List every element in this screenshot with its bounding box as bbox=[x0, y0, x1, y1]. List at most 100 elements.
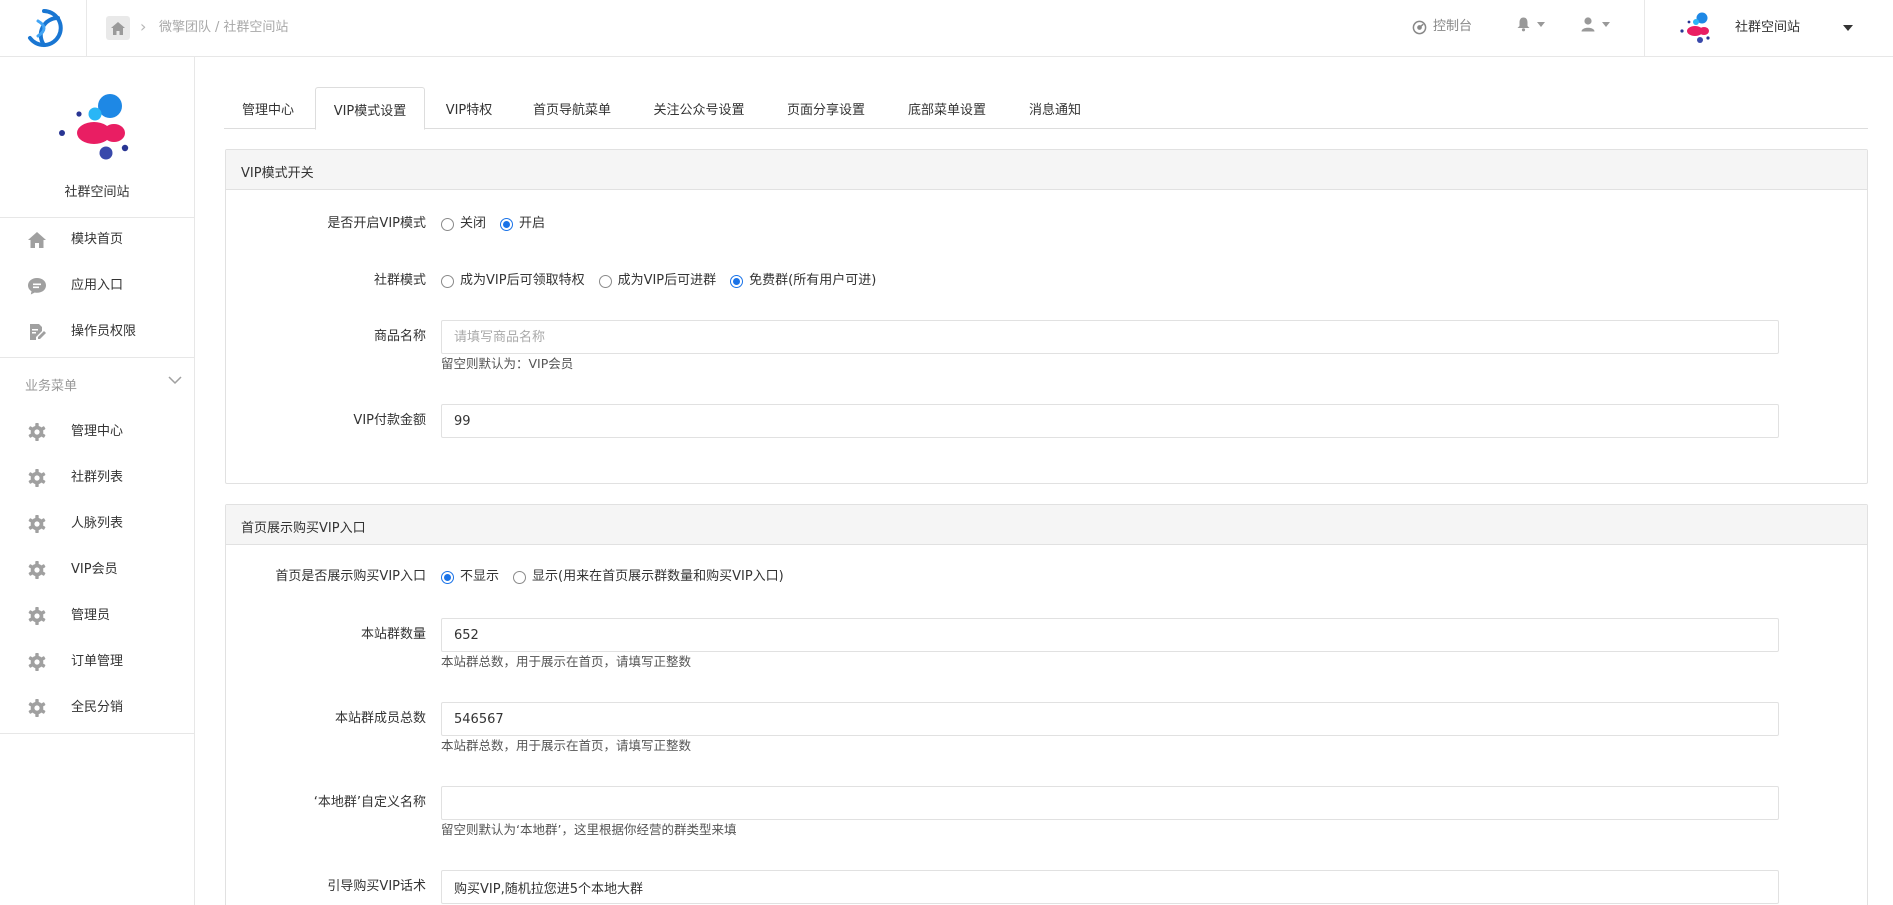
sidebar-item-administrators[interactable]: 管理员 bbox=[0, 596, 194, 636]
sidebar-divider bbox=[0, 733, 194, 734]
sidebar-item-operator-permissions[interactable]: 操作员权限 bbox=[0, 312, 194, 352]
radio-circle[interactable] bbox=[441, 217, 454, 231]
radio-label: 不显示 bbox=[460, 569, 500, 584]
member-total-input[interactable] bbox=[441, 702, 1779, 736]
sidebar-item-label: 社群列表 bbox=[71, 470, 124, 485]
breadcrumb: 微擎团队 / 社群空间站 bbox=[159, 19, 288, 37]
product-name-input[interactable] bbox=[441, 320, 1779, 354]
tab-home-nav-menu[interactable]: 首页导航菜单 bbox=[513, 87, 631, 129]
breadcrumb-arrow-icon: › bbox=[140, 17, 147, 36]
radio-circle[interactable] bbox=[598, 274, 612, 288]
group-mode-privilege-radio[interactable]: 成为VIP后可领取特权 bbox=[441, 272, 585, 290]
radio-label: 成为VIP后可进群 bbox=[617, 273, 717, 288]
sidebar-item-distribution[interactable]: 全民分销 bbox=[0, 688, 194, 728]
show-entry-hide-radio[interactable]: 不显示 bbox=[441, 568, 499, 586]
vip-amount-input[interactable] bbox=[441, 404, 1779, 438]
show-entry-label: 首页是否展示购买VIP入口 bbox=[275, 569, 426, 584]
radio-circle[interactable] bbox=[441, 274, 454, 288]
tab-vip-privileges[interactable]: VIP特权 bbox=[428, 87, 510, 129]
vip-mode-off-radio[interactable]: 关闭 bbox=[441, 215, 486, 233]
sidebar-item-management-center[interactable]: 管理中心 bbox=[0, 412, 194, 452]
group-count-label: 本站群数量 bbox=[360, 627, 426, 642]
gear-icon bbox=[28, 561, 46, 579]
sidebar-item-app-entry[interactable]: 应用入口 bbox=[0, 266, 194, 306]
group-mode-join-radio[interactable]: 成为VIP后可进群 bbox=[598, 272, 717, 290]
panel-title: 首页展示购买VIP入口 bbox=[226, 505, 1867, 545]
group-mode-free-radio[interactable]: 免费群(所有用户可进) bbox=[730, 272, 876, 290]
vip-mode-label: 是否开启VIP模式 bbox=[327, 216, 426, 231]
sidebar-item-label: 全民分销 bbox=[71, 700, 124, 715]
group-mode-radio-group: 成为VIP后可领取特权 成为VIP后可进群 免费群(所有用户可进) bbox=[441, 272, 890, 290]
tab-page-share-settings[interactable]: 页面分享设置 bbox=[767, 87, 885, 129]
gear-icon bbox=[28, 653, 46, 671]
vip-amount-label: VIP付款金额 bbox=[353, 413, 426, 428]
gear-icon bbox=[28, 699, 46, 717]
console-label: 控制台 bbox=[1433, 19, 1473, 34]
settings-tabs: 管理中心 VIP模式设置 VIP特权 首页导航菜单 关注公众号设置 页面分享设置… bbox=[224, 87, 1868, 130]
vip-mode-panel: VIP模式开关 是否开启VIP模式 关闭 开启 社群模式 成为VIP后可领取特权… bbox=[225, 149, 1868, 484]
gear-icon bbox=[28, 423, 46, 441]
sidebar-item-order-management[interactable]: 订单管理 bbox=[0, 642, 194, 682]
header-divider bbox=[1644, 0, 1645, 56]
sidebar-item-vip-members[interactable]: VIP会员 bbox=[0, 550, 194, 590]
radio-circle[interactable] bbox=[513, 570, 527, 584]
chevron-down-icon bbox=[1537, 21, 1545, 27]
radio-circle-selected[interactable] bbox=[500, 217, 514, 231]
sidebar-item-label: 管理中心 bbox=[71, 424, 124, 439]
home-button[interactable] bbox=[106, 16, 130, 40]
gear-icon bbox=[28, 469, 46, 487]
brand-name[interactable]: 社群空间站 bbox=[1735, 18, 1800, 38]
console-link[interactable]: 控制台 bbox=[1412, 17, 1472, 37]
gear-icon bbox=[28, 515, 46, 533]
guide-text-label: 引导购买VIP话术 bbox=[327, 879, 426, 894]
product-name-label: 商品名称 bbox=[373, 329, 426, 344]
sidebar-section-title: 业务菜单 bbox=[25, 379, 78, 394]
radio-label: 显示(用来在首页展示群数量和购买VIP入口) bbox=[532, 569, 784, 584]
tab-management-center[interactable]: 管理中心 bbox=[224, 87, 312, 129]
group-count-input[interactable] bbox=[441, 618, 1779, 652]
radio-circle-selected[interactable] bbox=[441, 570, 454, 584]
tab-message-notifications[interactable]: 消息通知 bbox=[1009, 87, 1101, 129]
chevron-down-icon bbox=[1602, 21, 1610, 27]
radio-label: 免费群(所有用户可进) bbox=[749, 273, 877, 288]
radio-label: 关闭 bbox=[460, 216, 487, 231]
dashboard-icon bbox=[1412, 20, 1427, 34]
top-navbar: › 微擎团队 / 社群空间站 控制台 社群空间站 bbox=[0, 0, 1893, 57]
chevron-down-icon[interactable] bbox=[168, 375, 182, 385]
user-icon bbox=[1581, 17, 1595, 32]
sidebar-item-label: 管理员 bbox=[71, 608, 111, 623]
caret-down-icon[interactable] bbox=[1843, 25, 1853, 31]
home-vip-entry-panel: 首页展示购买VIP入口 首页是否展示购买VIP入口 不显示 显示(用来在首页展示… bbox=[225, 504, 1868, 905]
edit-doc-icon bbox=[30, 324, 46, 340]
group-mode-label: 社群模式 bbox=[373, 273, 426, 288]
sidebar-item-module-home[interactable]: 模块首页 bbox=[0, 220, 194, 260]
panel-title: VIP模式开关 bbox=[226, 150, 1867, 190]
sidebar-divider bbox=[0, 217, 194, 218]
radio-circle-selected[interactable] bbox=[730, 274, 744, 288]
sidebar: 社群空间站 模块首页 应用入口 操作员权限 业务菜单 管理中心 社群列表 人脉列… bbox=[0, 57, 195, 905]
tab-bottom-menu-settings[interactable]: 底部菜单设置 bbox=[888, 87, 1006, 129]
tab-vip-mode-settings[interactable]: VIP模式设置 bbox=[315, 87, 425, 130]
vip-mode-on-radio[interactable]: 开启 bbox=[500, 215, 545, 233]
site-logo-icon bbox=[59, 94, 129, 160]
brand-logo-icon[interactable] bbox=[1675, 11, 1715, 45]
breadcrumb-item[interactable]: 社群空间站 bbox=[223, 20, 288, 35]
radio-label: 成为VIP后可领取特权 bbox=[460, 273, 585, 288]
user-menu-button[interactable] bbox=[1580, 16, 1610, 32]
show-entry-show-radio[interactable]: 显示(用来在首页展示群数量和购买VIP入口) bbox=[513, 568, 784, 586]
radio-label: 开启 bbox=[519, 216, 546, 231]
notifications-button[interactable] bbox=[1516, 16, 1545, 32]
sidebar-site-name: 社群空间站 bbox=[64, 185, 130, 200]
group-count-help: 本站群总数，用于展示在首页，请填写正整数 bbox=[441, 654, 692, 669]
local-name-input[interactable] bbox=[441, 786, 1779, 820]
sidebar-item-group-list[interactable]: 社群列表 bbox=[0, 458, 194, 498]
guide-text-input[interactable] bbox=[441, 870, 1779, 904]
sidebar-item-contacts-list[interactable]: 人脉列表 bbox=[0, 504, 194, 544]
sidebar-item-label: 人脉列表 bbox=[71, 516, 124, 531]
home-icon bbox=[28, 232, 46, 248]
bell-icon bbox=[1517, 17, 1530, 32]
app-logo-icon[interactable] bbox=[22, 8, 66, 48]
breadcrumb-item[interactable]: 微擎团队 bbox=[159, 20, 211, 35]
sidebar-divider bbox=[0, 357, 194, 358]
tab-follow-account-settings[interactable]: 关注公众号设置 bbox=[634, 87, 764, 129]
